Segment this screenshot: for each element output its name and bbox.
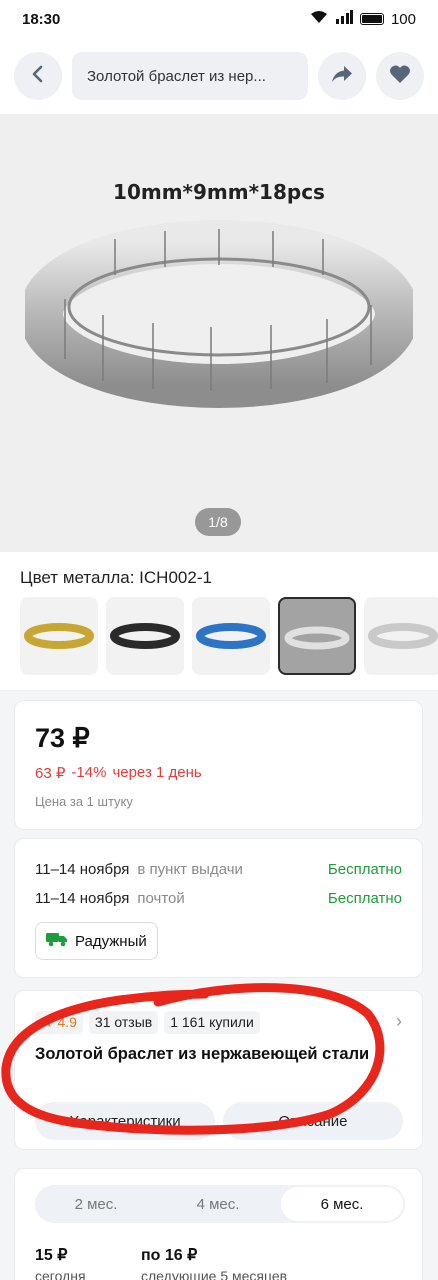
plan-next: по 16 ₽ следующие 5 месяцев — [141, 1245, 287, 1280]
delivery-row: 11–14 ноября в пункт выдачи Бесплатно — [35, 861, 402, 878]
price-note: Цена за 1 штуку — [35, 794, 133, 809]
delivery-cost: Бесплатно — [327, 861, 402, 878]
tab-2-months[interactable]: 2 мес. — [35, 1185, 157, 1223]
price-card: 73 ₽ 63 ₽ -14% через 1 день Цена за 1 шт… — [14, 700, 423, 830]
price-current: 73 ₽ — [35, 723, 90, 753]
delivery-cost: Бесплатно — [327, 890, 402, 907]
wifi-icon — [310, 10, 328, 28]
tab-4-months[interactable]: 4 мес. — [157, 1185, 279, 1223]
price-discount: -14% — [71, 764, 107, 781]
variant-thumb-gold[interactable] — [20, 597, 98, 675]
product-info-card[interactable]: ★ 4.9 31 отзыв 1 161 купили › Золотой бр… — [14, 990, 423, 1150]
product-gallery[interactable]: 10mm*9mm*18pcs 1/8 — [0, 114, 438, 552]
search-field[interactable]: Золотой браслет из нер... — [72, 52, 308, 100]
characteristics-button[interactable]: Характеристики — [35, 1102, 215, 1140]
variant-thumb-silver-selected[interactable] — [278, 597, 356, 675]
delivery-card: 11–14 ноября в пункт выдачи Бесплатно 11… — [14, 838, 423, 978]
battery-icon — [359, 13, 384, 25]
variant-thumb-blue[interactable] — [192, 597, 270, 675]
status-bar: 18:30 100 — [0, 0, 438, 38]
pickup-location: Радужный — [75, 932, 147, 950]
share-button[interactable] — [318, 52, 366, 100]
price-future: 63 ₽ — [35, 765, 66, 782]
rating-badge[interactable]: ★ 4.9 — [35, 1011, 83, 1034]
favorite-button[interactable] — [376, 52, 424, 100]
installment-tabs: 2 мес. 4 мес. 6 мес. — [35, 1185, 405, 1223]
rating-value: 4.9 — [57, 1014, 77, 1030]
delivery-method: в пункт выдачи — [137, 861, 243, 878]
delivery-date: 11–14 ноября — [35, 890, 130, 907]
star-icon: ★ — [41, 1014, 54, 1030]
top-bar: Золотой браслет из нер... — [0, 38, 438, 114]
pickup-point-button[interactable]: Радужный — [35, 922, 158, 960]
description-button[interactable]: Описание — [223, 1102, 403, 1140]
variant-thumb-silver[interactable] — [364, 597, 438, 675]
delivery-row: 11–14 ноября почтой Бесплатно — [35, 890, 402, 907]
installments-card: 2 мес. 4 мес. 6 мес. 15 ₽ сегодня по 16 … — [14, 1168, 423, 1280]
product-title: Золотой браслет из нержавеющей стали — [35, 1045, 370, 1063]
image-counter: 1/8 — [195, 508, 241, 536]
price-when: через 1 день — [112, 764, 202, 781]
variant-label: Цвет металла: ICH002-1 — [20, 568, 212, 587]
tab-6-months[interactable]: 6 мес. — [281, 1187, 403, 1221]
chevron-right-icon[interactable]: › — [396, 1011, 402, 1032]
product-page: 18:30 100 Золотой браслет из нер... 10mm… — [0, 0, 438, 1280]
plan-next-label: следующие 5 месяцев — [141, 1268, 288, 1280]
plan-today-amount: 15 ₽ — [35, 1247, 68, 1264]
truck-icon — [46, 931, 68, 951]
heart-icon — [389, 64, 411, 89]
back-button[interactable] — [14, 52, 62, 100]
bracelet-image — [25, 220, 413, 408]
share-icon — [331, 64, 353, 89]
signal-icon — [335, 10, 353, 28]
variant-selector: Цвет металла: ICH002-1 — [0, 552, 438, 690]
delivery-method: почтой — [137, 890, 185, 907]
search-text: Золотой браслет из нер... — [87, 67, 266, 85]
status-time: 18:30 — [22, 10, 61, 28]
delivery-date: 11–14 ноября — [35, 861, 130, 878]
chevron-left-icon — [31, 65, 45, 88]
image-caption: 10mm*9mm*18pcs — [113, 180, 325, 204]
variant-thumb-black[interactable] — [106, 597, 184, 675]
plan-today: 15 ₽ сегодня — [35, 1245, 86, 1280]
battery-level: 100 — [390, 10, 416, 28]
reviews-badge[interactable]: 31 отзыв — [88, 1011, 159, 1034]
plan-next-amount: по 16 ₽ — [141, 1247, 198, 1264]
plan-today-label: сегодня — [35, 1268, 86, 1280]
bought-badge: 1 161 купили — [164, 1011, 260, 1034]
